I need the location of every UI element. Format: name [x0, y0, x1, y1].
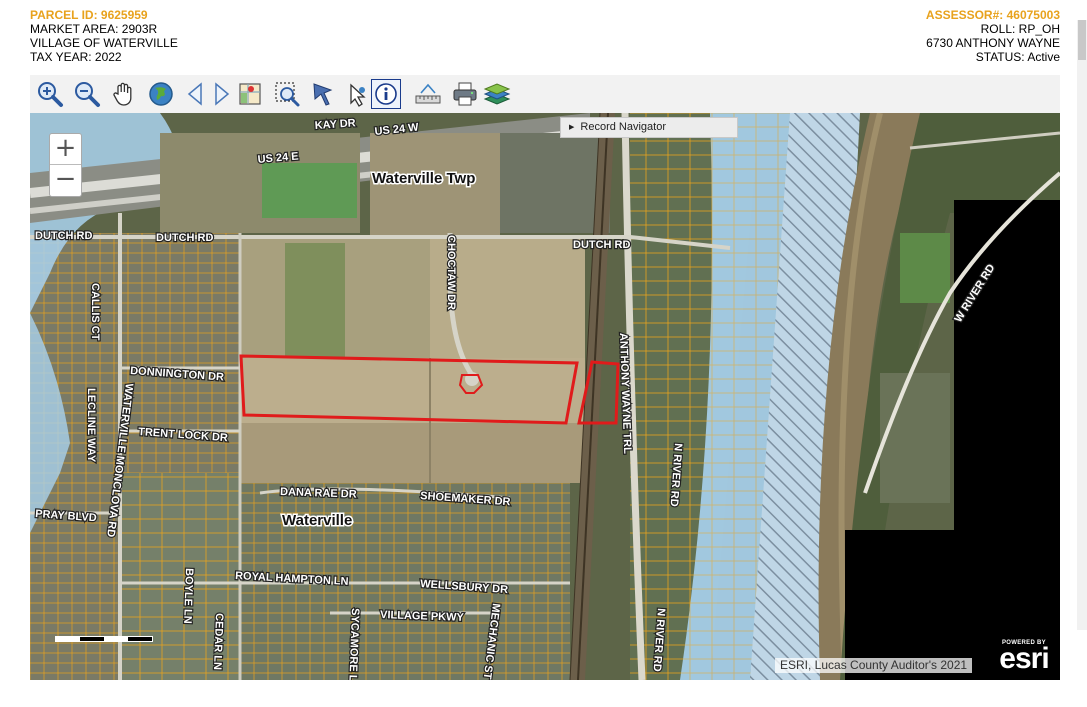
label-waterville: Waterville — [282, 512, 352, 529]
map-tool[interactable] — [235, 79, 265, 109]
identify-tool[interactable] — [371, 79, 401, 109]
zoom-in-button[interactable]: + — [50, 134, 81, 165]
label-dutch-rd-west: DUTCH RD — [35, 230, 92, 242]
measure-tool[interactable] — [413, 79, 443, 109]
label-waterville-twp: Waterville Twp — [372, 170, 475, 187]
layers-icon — [483, 83, 511, 105]
parcel-id: PARCEL ID: 9625959 — [30, 8, 148, 22]
globe-icon — [149, 82, 173, 106]
layers-tool[interactable] — [482, 79, 512, 109]
label-boyle-ln: BOYLE LN — [181, 568, 195, 624]
label-choctaw-dr: CHOCTAW DR — [445, 235, 457, 310]
zoom-out-tool[interactable] — [72, 79, 102, 109]
magnify-box-icon — [275, 82, 300, 107]
zoom-in-icon — [38, 82, 63, 107]
aerial-basemap: KAY DR US 24 W US 24 E DUTCH RD DUTCH RD… — [30, 113, 1060, 680]
village-name: VILLAGE OF WATERVILLE — [30, 36, 178, 50]
next-extent-tool[interactable] — [206, 79, 236, 109]
zoom-in-tool[interactable] — [35, 79, 65, 109]
pan-tool[interactable] — [109, 79, 139, 109]
map-view[interactable]: KAY DR US 24 W US 24 E DUTCH RD DUTCH RD… — [30, 113, 1060, 680]
market-area: MARKET AREA: 2903R — [30, 22, 158, 36]
printer-icon — [453, 82, 477, 106]
label-dutch-rd-mid: DUTCH RD — [156, 232, 213, 244]
property-address: 6730 ANTHONY WAYNE — [926, 36, 1060, 50]
label-lecline-way: LECLINE WAY — [85, 388, 97, 463]
hand-icon — [113, 82, 132, 106]
select-tool[interactable] — [309, 79, 339, 109]
esri-logo: POWERED BY esri — [992, 640, 1056, 675]
map-toolbar — [30, 75, 1060, 114]
scale-bar — [55, 636, 153, 642]
info-icon — [375, 83, 397, 105]
full-extent-tool[interactable] — [146, 79, 176, 109]
scrollbar-thumb[interactable] — [1078, 20, 1086, 60]
arrow-right-icon — [215, 82, 230, 106]
parcel-header-left: PARCEL ID: 9625959 MARKET AREA: 2903R VI… — [30, 8, 178, 64]
page-scrollbar[interactable] — [1077, 20, 1087, 630]
map-attribution: ESRI, Lucas County Auditor's 2021 — [775, 658, 973, 673]
zoom-control: + − — [49, 133, 82, 197]
roll: ROLL: RP_OH — [980, 22, 1060, 36]
zoom-box-tool[interactable] — [272, 79, 302, 109]
map-icon — [239, 83, 261, 105]
status: STATUS: Active — [975, 50, 1060, 64]
label-cedar-ln: CEDAR LN — [211, 613, 225, 670]
zoom-out-icon — [75, 82, 100, 107]
assessor-number: ASSESSOR#: 46075003 — [925, 8, 1060, 22]
label-callis-ct: CALLIS CT — [89, 283, 101, 341]
tax-year: TAX YEAR: 2022 — [30, 50, 122, 64]
select-arrow-tool[interactable] — [341, 79, 371, 109]
pointer-icon — [313, 83, 333, 106]
parcel-header-right: ASSESSOR#: 46075003 ROLL: RP_OH 6730 ANT… — [926, 8, 1060, 64]
print-tool[interactable] — [450, 79, 480, 109]
esri-wordmark: esri — [999, 642, 1049, 675]
record-navigator-label: Record Navigator — [580, 121, 666, 133]
measure-icon — [415, 83, 441, 104]
zoom-out-button[interactable]: − — [50, 165, 81, 195]
triangle-right-icon: ▶ — [569, 124, 575, 131]
label-dutch-rd-east: DUTCH RD — [573, 239, 630, 251]
record-navigator-toggle[interactable]: ▶ Record Navigator — [560, 117, 738, 138]
select-arrow-icon — [350, 83, 366, 107]
